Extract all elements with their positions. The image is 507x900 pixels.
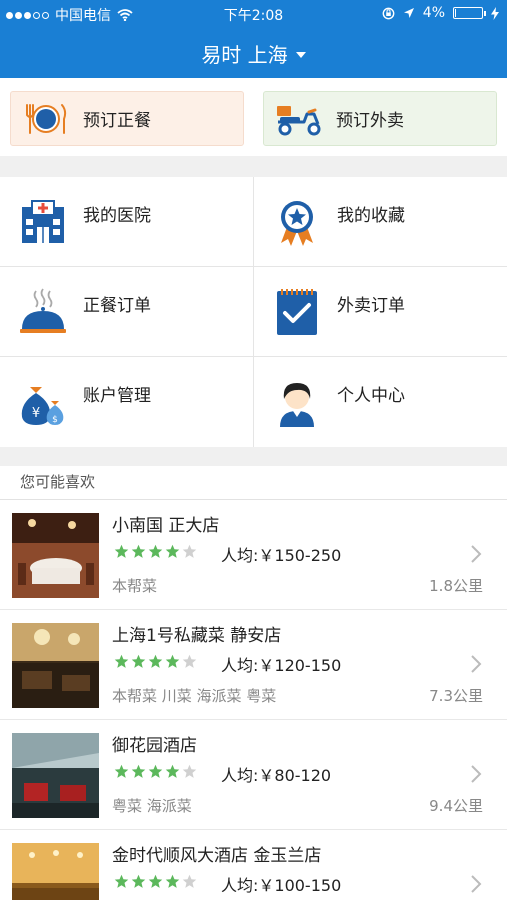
restaurant-name: 御花园酒店 bbox=[112, 736, 197, 756]
restaurant-price: 人均:￥150-250 bbox=[221, 546, 342, 565]
battery-icon bbox=[453, 7, 486, 19]
restaurant-distance: 1.8公里 bbox=[429, 577, 483, 595]
grid-item-label: 外卖订单 bbox=[337, 296, 405, 316]
battery-percent: 4% bbox=[422, 5, 445, 21]
restaurant-price: 人均:￥100-150 bbox=[221, 876, 342, 895]
star-filled-icon bbox=[165, 544, 180, 558]
order-buttons-section: 预订正餐 预订外卖 bbox=[0, 78, 507, 156]
checklist-icon bbox=[277, 289, 317, 335]
status-right: 4% bbox=[382, 5, 499, 21]
chevron-right-icon bbox=[471, 765, 482, 783]
restaurant-cuisine: 本帮菜 bbox=[112, 577, 158, 595]
star-rating bbox=[114, 544, 197, 559]
restaurant-name: 金时代顺风大酒店 金玉兰店 bbox=[112, 846, 322, 866]
restaurant-name: 小南国 正大店 bbox=[112, 516, 220, 536]
restaurant-photo bbox=[12, 513, 99, 598]
restaurant-distance: 7.3公里 bbox=[429, 687, 483, 705]
star-empty-icon bbox=[182, 544, 197, 558]
dining-plate-icon bbox=[21, 99, 71, 139]
recommendation-list: 小南国 正大店 人均:￥150-250 本帮菜 1.8公里 上海1号私藏菜 静安… bbox=[0, 500, 507, 900]
favorite-medal-icon bbox=[281, 201, 313, 246]
star-empty-icon bbox=[182, 764, 197, 778]
chevron-right-icon bbox=[471, 655, 482, 673]
book-dine-in-label: 预订正餐 bbox=[83, 111, 151, 131]
grid-item-my-favorites[interactable]: 我的收藏 bbox=[254, 177, 507, 267]
star-rating bbox=[114, 764, 197, 779]
chevron-right-icon bbox=[471, 875, 482, 893]
star-filled-icon bbox=[148, 874, 163, 888]
book-takeout-label: 预订外卖 bbox=[336, 111, 404, 131]
nav-title: 易时 上海 bbox=[201, 42, 288, 67]
recommendations-header: 您可能喜欢 bbox=[0, 466, 507, 500]
svg-text:¥: ¥ bbox=[32, 406, 40, 421]
star-filled-icon bbox=[165, 874, 180, 888]
grid-item-dine-in-orders[interactable]: 正餐订单 bbox=[0, 267, 253, 357]
restaurant-photo bbox=[12, 623, 99, 708]
restaurant-item[interactable]: 上海1号私藏菜 静安店 人均:￥120-150 本帮菜 川菜 海派菜 粤菜 7.… bbox=[0, 610, 507, 720]
star-filled-icon bbox=[131, 654, 146, 668]
star-filled-icon bbox=[114, 544, 129, 558]
grid-item-label: 正餐订单 bbox=[83, 296, 151, 316]
star-empty-icon bbox=[182, 654, 197, 668]
rotation-lock-icon bbox=[382, 7, 395, 19]
star-filled-icon bbox=[148, 654, 163, 668]
restaurant-distance: 9.4公里 bbox=[429, 797, 483, 815]
grid-item-label: 我的医院 bbox=[83, 206, 151, 226]
star-filled-icon bbox=[114, 654, 129, 668]
delivery-scooter-icon bbox=[274, 99, 324, 139]
charging-bolt-icon bbox=[491, 6, 499, 20]
function-grid: 我的医院 我的收藏 正餐订单 外卖订单 ¥ $ 账户管理 个人中心 bbox=[0, 177, 507, 447]
battery-level-fill bbox=[455, 9, 456, 17]
grid-item-account-management[interactable]: ¥ $ 账户管理 bbox=[0, 357, 253, 447]
star-filled-icon bbox=[148, 544, 163, 558]
restaurant-cuisine: 粤菜 海派菜 bbox=[112, 797, 192, 815]
star-empty-icon bbox=[182, 874, 197, 888]
user-avatar-icon bbox=[280, 383, 314, 427]
book-dine-in-button[interactable]: 预订正餐 bbox=[10, 91, 244, 146]
grid-item-my-hospital[interactable]: 我的医院 bbox=[0, 177, 253, 267]
restaurant-cuisine: 本帮菜 川菜 海派菜 粤菜 bbox=[112, 687, 277, 705]
grid-item-label: 账户管理 bbox=[83, 386, 151, 406]
grid-item-takeout-orders[interactable]: 外卖订单 bbox=[254, 267, 507, 357]
restaurant-item[interactable]: 御花园酒店 人均:￥80-120 粤菜 海派菜 9.4公里 bbox=[0, 720, 507, 830]
city-selector[interactable]: 易时 上海 bbox=[0, 28, 507, 78]
grid-item-label: 个人中心 bbox=[337, 386, 405, 406]
star-rating bbox=[114, 654, 197, 669]
book-takeout-button[interactable]: 预订外卖 bbox=[263, 91, 497, 146]
caret-down-icon bbox=[295, 51, 306, 58]
hospital-icon bbox=[22, 200, 64, 243]
money-bag-icon: ¥ $ bbox=[21, 387, 64, 425]
grid-item-label: 我的收藏 bbox=[337, 206, 405, 226]
star-filled-icon bbox=[114, 764, 129, 778]
restaurant-price: 人均:￥80-120 bbox=[221, 766, 332, 785]
star-filled-icon bbox=[165, 654, 180, 668]
restaurant-item[interactable]: 小南国 正大店 人均:￥150-250 本帮菜 1.8公里 bbox=[0, 500, 507, 610]
star-filled-icon bbox=[148, 764, 163, 778]
star-filled-icon bbox=[114, 874, 129, 888]
star-filled-icon bbox=[131, 764, 146, 778]
chevron-right-icon bbox=[471, 545, 482, 563]
star-filled-icon bbox=[131, 544, 146, 558]
restaurant-name: 上海1号私藏菜 静安店 bbox=[112, 626, 282, 646]
svg-text:$: $ bbox=[52, 415, 58, 425]
location-arrow-icon bbox=[403, 8, 414, 18]
restaurant-photo bbox=[12, 733, 99, 818]
restaurant-item[interactable]: 金时代顺风大酒店 金玉兰店 人均:￥100-150 bbox=[0, 830, 507, 900]
restaurant-price: 人均:￥120-150 bbox=[221, 656, 342, 675]
star-rating bbox=[114, 874, 197, 889]
grid-item-personal-center[interactable]: 个人中心 bbox=[254, 357, 507, 447]
status-bar: 中国电信 下午2:08 4% bbox=[0, 0, 507, 28]
star-filled-icon bbox=[165, 764, 180, 778]
restaurant-photo bbox=[12, 843, 99, 900]
star-filled-icon bbox=[131, 874, 146, 888]
food-cloche-icon bbox=[20, 288, 66, 333]
